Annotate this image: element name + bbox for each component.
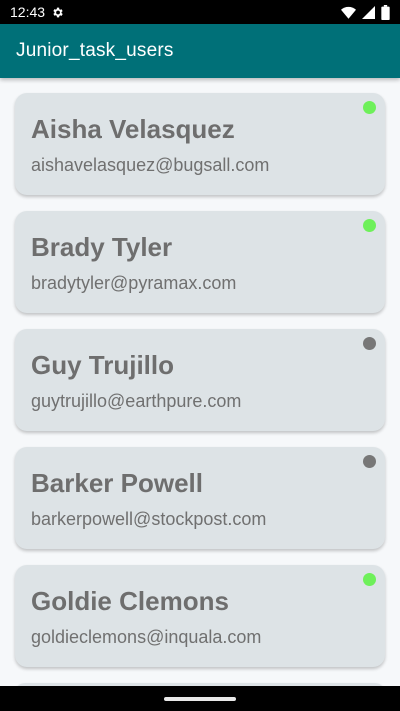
- battery-icon: [381, 4, 390, 20]
- user-card[interactable]: Goldie Clemons goldieclemons@inquala.com: [15, 565, 385, 667]
- status-bar-left: 12:43: [10, 4, 64, 20]
- user-name: Barker Powell: [31, 468, 203, 498]
- user-name: Guy Trujillo: [31, 350, 175, 380]
- user-email: barkerpowell@stockpost.com: [31, 509, 267, 529]
- user-card[interactable]: Brady Tyler bradytyler@pyramax.com: [15, 211, 385, 313]
- online-status-icon: [363, 219, 376, 232]
- user-card[interactable]: Aisha Velasquez aishavelasquez@bugsall.c…: [15, 93, 385, 195]
- gear-icon: [51, 6, 64, 19]
- user-email: guytrujillo@earthpure.com: [31, 391, 242, 411]
- wifi-icon: [341, 6, 356, 19]
- navigation-bar: [0, 686, 400, 711]
- user-name: Aisha Velasquez: [31, 114, 235, 144]
- user-name: Goldie Clemons: [31, 586, 229, 616]
- user-email: aishavelasquez@bugsall.com: [31, 155, 270, 175]
- status-time: 12:43: [10, 4, 46, 20]
- user-list[interactable]: Aisha Velasquez aishavelasquez@bugsall.c…: [0, 78, 400, 686]
- offline-status-icon: [363, 455, 376, 468]
- user-name: Brady Tyler: [31, 232, 173, 262]
- app-bar: Junior_task_users: [0, 24, 400, 78]
- status-bar: 12:43: [0, 0, 400, 24]
- online-status-icon: [363, 573, 376, 586]
- user-card[interactable]: Barker Powell barkerpowell@stockpost.com: [15, 447, 385, 549]
- offline-status-icon: [363, 337, 376, 350]
- signal-icon: [362, 5, 375, 19]
- app-screen: 12:43 Junior_task_users Aisha Velasquez …: [0, 0, 400, 711]
- home-handle[interactable]: [164, 696, 236, 701]
- online-status-icon: [363, 101, 376, 114]
- user-card[interactable]: Guy Trujillo guytrujillo@earthpure.com: [15, 329, 385, 431]
- app-title: Junior_task_users: [16, 40, 174, 61]
- status-bar-right: [341, 4, 390, 20]
- user-email: bradytyler@pyramax.com: [31, 273, 237, 293]
- user-email: goldieclemons@inquala.com: [31, 627, 262, 647]
